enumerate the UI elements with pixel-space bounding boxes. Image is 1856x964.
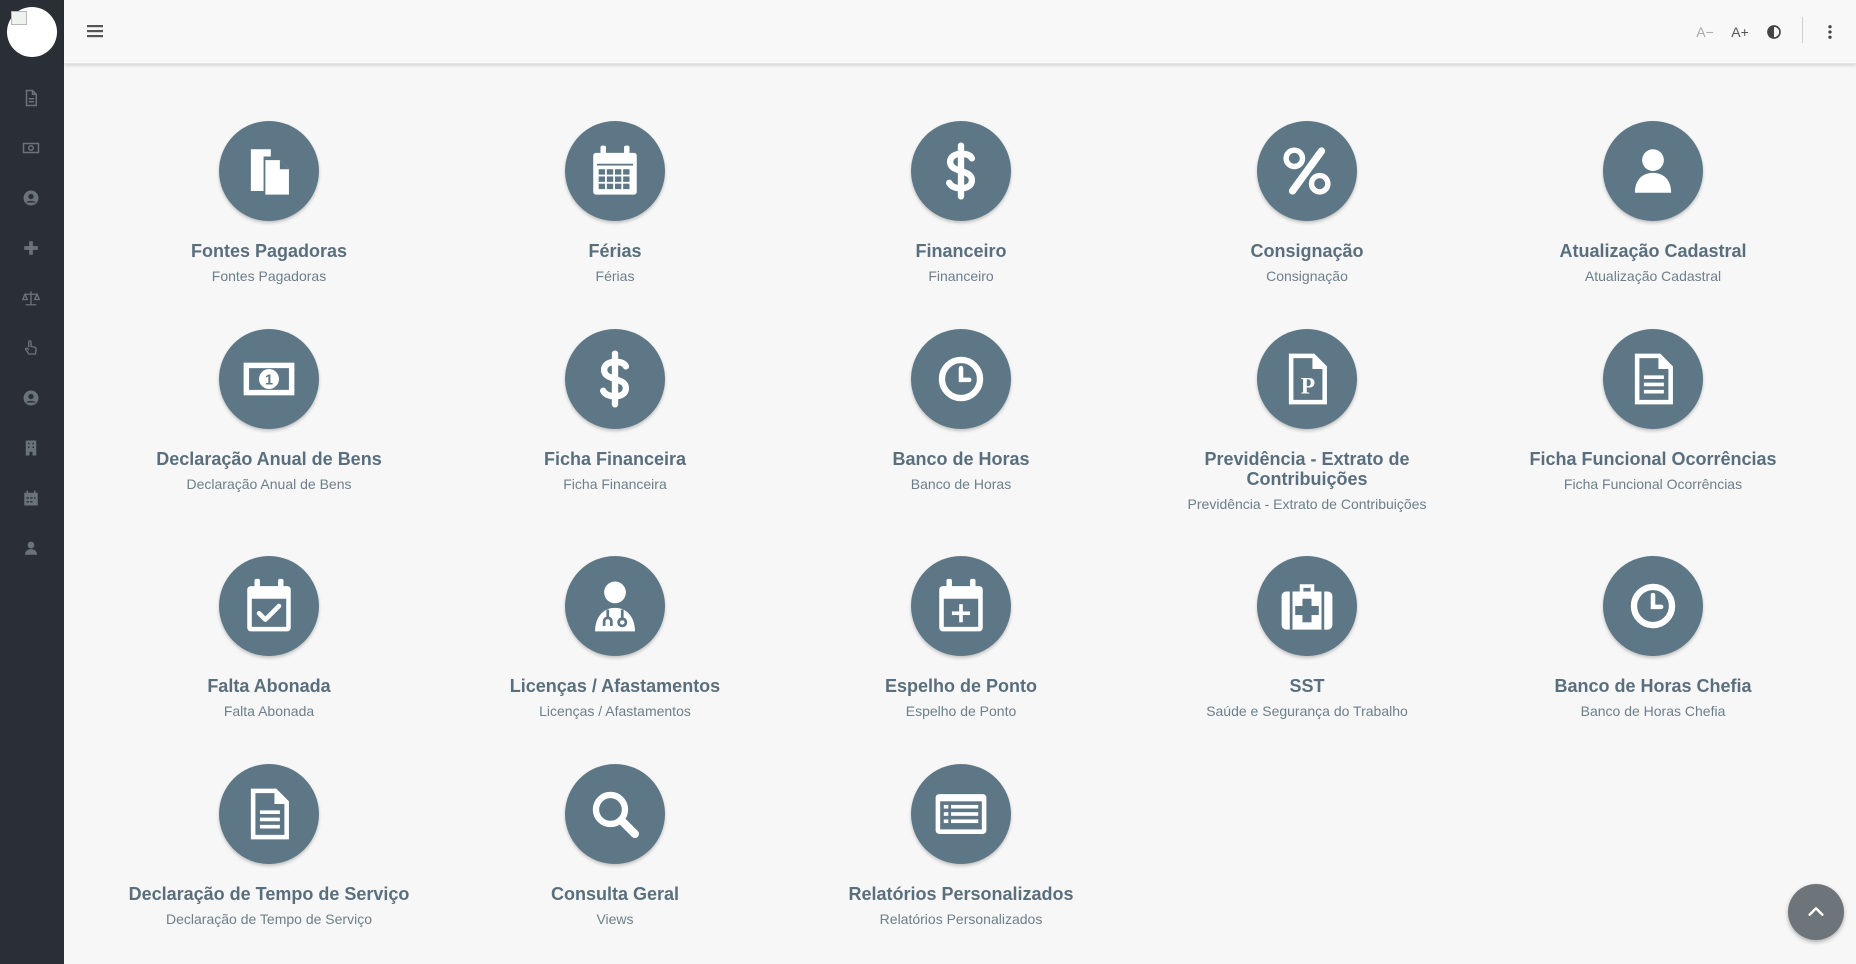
doctor-icon [565,556,665,656]
font-increase-button[interactable]: A+ [1725,20,1755,44]
tile-subtitle: Espelho de Ponto [905,703,1017,719]
clock-icon [1603,556,1703,656]
user-icon [1603,121,1703,221]
tile-atualizacao-cadastral[interactable]: Atualização Cadastral Atualização Cadast… [1488,121,1818,285]
calendar-icon [565,121,665,221]
scales-icon[interactable] [18,285,44,311]
dollar-icon [565,329,665,429]
hamburger-menu-icon[interactable] [83,19,107,43]
tile-title: Atualização Cadastral [1559,241,1747,261]
tile-consignacao[interactable]: Consignação Consignação [1142,121,1472,285]
medkit-icon [1257,556,1357,656]
tile-subtitle: Saúde e Segurança do Trabalho [1206,703,1408,719]
file-p-icon: P [1257,329,1357,429]
tile-subtitle: Declaração Anual de Bens [186,476,352,492]
tile-title: Licenças / Afastamentos [509,676,721,696]
tile-subtitle: Atualização Cadastral [1584,268,1722,284]
tile-subtitle: Falta Abonada [223,703,315,719]
dollar-icon [911,121,1011,221]
tile-subtitle: Ficha Funcional Ocorrências [1563,476,1743,492]
file-text-icon [1603,329,1703,429]
tile-licencas-afastamentos[interactable]: Licenças / Afastamentos Licenças / Afast… [450,556,780,720]
tile-title: Fontes Pagadoras [190,241,348,261]
contrast-button[interactable] [1762,20,1786,44]
tile-relatorios-personalizados[interactable]: Relatórios Personalizados Relatórios Per… [796,764,1126,928]
document-icon[interactable] [18,85,44,111]
tile-banco-de-horas[interactable]: Banco de Horas Banco de Horas [796,329,1126,493]
tile-title: Declaração Anual de Bens [156,449,382,469]
hand-pointer-icon[interactable] [18,335,44,361]
list-alt-icon [911,764,1011,864]
tile-title: Banco de Horas Chefia [1554,676,1752,696]
tile-subtitle: Views [596,911,634,927]
tile-falta-abonada[interactable]: Falta Abonada Falta Abonada [104,556,434,720]
tile-fontes-pagadoras[interactable]: Fontes Pagadoras Fontes Pagadoras [104,121,434,285]
chevron-up-icon [1808,907,1824,916]
tile-title: Financeiro [915,241,1007,261]
user-circle-icon[interactable] [18,385,44,411]
svg-text:1: 1 [265,372,273,388]
tile-consulta-geral[interactable]: Consulta Geral Views [450,764,780,928]
tile-subtitle: Licenças / Afastamentos [539,703,691,719]
svg-text:P: P [1301,374,1315,400]
tile-subtitle: Fontes Pagadoras [211,268,327,284]
tile-subtitle: Financeiro [928,268,994,284]
tile-subtitle: Consignação [1266,268,1348,284]
tile-financeiro[interactable]: Financeiro Financeiro [796,121,1126,285]
file-text-icon [219,764,319,864]
money-bill-icon: 1 [219,329,319,429]
tile-title: Declaração de Tempo de Serviço [128,884,410,904]
tile-subtitle: Previdência - Extrato de Contribuições [1187,496,1427,512]
tile-sst[interactable]: SST Saúde e Segurança do Trabalho [1142,556,1472,720]
tile-subtitle: Banco de Horas Chefia [1580,703,1726,719]
money-icon[interactable] [18,135,44,161]
search-icon [565,764,665,864]
vertical-dots-icon [1828,25,1832,39]
tile-espelho-de-ponto[interactable]: Espelho de Ponto Espelho de Ponto [796,556,1126,720]
more-options-button[interactable] [1820,20,1840,44]
broken-image-icon [11,11,27,25]
plus-icon[interactable] [18,235,44,261]
tile-ficha-financeira[interactable]: Ficha Financeira Ficha Financeira [450,329,780,493]
tile-title: Ficha Financeira [543,449,687,469]
tile-title: Consignação [1250,241,1364,261]
scroll-to-top-button[interactable] [1788,884,1844,940]
sidebar [0,0,64,964]
clock-icon [911,329,1011,429]
tile-title: Falta Abonada [207,676,331,696]
contrast-icon [1767,25,1781,39]
toolbar-divider [1802,17,1803,43]
font-decrease-button[interactable]: A− [1690,20,1720,44]
tile-title: Consulta Geral [550,884,680,904]
tile-previdencia[interactable]: P Previdência - Extrato de Contribuições… [1142,329,1472,513]
tile-title: Previdência - Extrato de Contribuições [1204,449,1410,489]
tile-subtitle: Declaração de Tempo de Serviço [166,911,372,927]
tile-title: Espelho de Ponto [884,676,1037,696]
tile-ficha-funcional-ocorrencias[interactable]: Ficha Funcional Ocorrências Ficha Funcio… [1488,329,1818,493]
tile-title: Banco de Horas [892,449,1030,469]
calendar-check-icon [219,556,319,656]
tile-ferias[interactable]: Férias Férias [450,121,780,285]
user-icon[interactable] [18,535,44,561]
percent-icon [1257,121,1357,221]
tile-declaracao-tempo-servico[interactable]: Declaração de Tempo de Serviço Declaraçã… [104,764,434,928]
tile-subtitle: Relatórios Personalizados [879,911,1043,927]
building-icon[interactable] [18,435,44,461]
copy-icon [219,121,319,221]
logo[interactable] [7,7,57,57]
tile-title: Ficha Funcional Ocorrências [1529,449,1777,469]
tile-declaracao-anual-de-bens[interactable]: 1 Declaração Anual de Bens Declaração An… [104,329,434,493]
calendar-icon[interactable] [18,485,44,511]
tile-subtitle: Banco de Horas [910,476,1012,492]
calendar-plus-icon [911,556,1011,656]
tile-title: Relatórios Personalizados [848,884,1074,904]
tile-title: Férias [588,241,642,261]
tile-subtitle: Férias [595,268,635,284]
user-circle-icon[interactable] [18,185,44,211]
tile-title: SST [1289,676,1325,696]
tile-subtitle: Ficha Financeira [563,476,667,492]
tile-banco-de-horas-chefia[interactable]: Banco de Horas Chefia Banco de Horas Che… [1488,556,1818,720]
top-bar: A− A+ [64,0,1856,64]
